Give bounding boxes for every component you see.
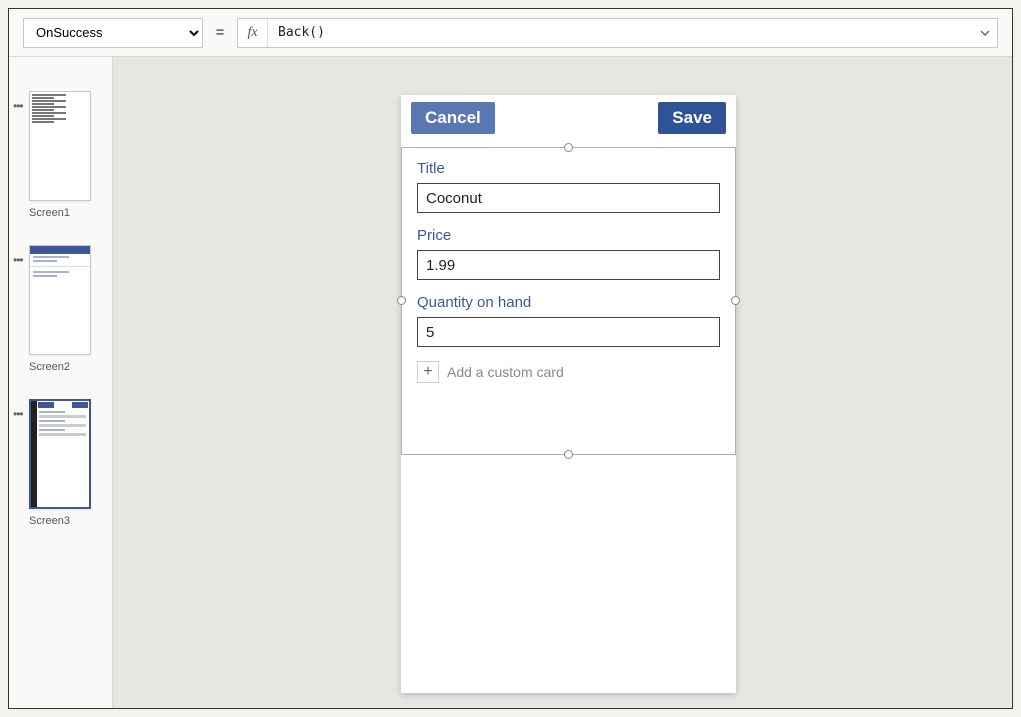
field-label: Title — [417, 160, 720, 177]
screen-thumbnail[interactable]: ••• Screen1 — [9, 91, 112, 219]
expand-formula-icon[interactable] — [973, 28, 997, 38]
fx-icon: fx — [238, 19, 268, 47]
edit-form-control[interactable]: Title Price Quantity on hand + Add a cus… — [401, 147, 736, 455]
resize-handle-top[interactable] — [564, 143, 573, 152]
formula-input[interactable] — [268, 19, 973, 47]
formula-bar: OnSuccess = fx — [9, 9, 1012, 57]
app-editor-window: OnSuccess = fx ••• Screen1 ••• Screen2 — [8, 8, 1013, 709]
title-input[interactable] — [417, 183, 720, 213]
property-selector[interactable]: OnSuccess — [23, 18, 203, 48]
screen-label: Screen1 — [29, 207, 112, 219]
screen-thumbnail[interactable]: ••• Screen2 — [9, 245, 112, 373]
screen-label: Screen2 — [29, 361, 112, 373]
field-label: Price — [417, 227, 720, 244]
card-quantity[interactable]: Quantity on hand — [417, 294, 720, 347]
canvas-area[interactable]: Cancel Save Title Price — [113, 57, 1012, 708]
more-icon[interactable]: ••• — [13, 407, 23, 421]
save-button[interactable]: Save — [658, 102, 726, 134]
resize-handle-left[interactable] — [397, 296, 406, 305]
screen-thumbnail[interactable]: ••• Screen3 — [9, 399, 112, 527]
phone-frame: Cancel Save Title Price — [401, 95, 736, 693]
more-icon[interactable]: ••• — [13, 253, 23, 267]
quantity-input[interactable] — [417, 317, 720, 347]
card-title[interactable]: Title — [417, 160, 720, 213]
formula-box: fx — [237, 18, 998, 48]
resize-handle-right[interactable] — [731, 296, 740, 305]
add-custom-card[interactable]: + Add a custom card — [417, 361, 720, 383]
field-label: Quantity on hand — [417, 294, 720, 311]
thumbnail-screen2[interactable] — [29, 245, 91, 355]
equals-label: = — [213, 24, 227, 41]
add-card-label: Add a custom card — [447, 364, 564, 380]
thumbnail-screen1[interactable] — [29, 91, 91, 201]
cancel-button[interactable]: Cancel — [411, 102, 495, 134]
price-input[interactable] — [417, 250, 720, 280]
thumbnail-screen3[interactable] — [29, 399, 91, 509]
screen-label: Screen3 — [29, 515, 112, 527]
app-header: Cancel Save — [401, 95, 736, 141]
screens-panel: ••• Screen1 ••• Screen2 ••• Screen3 — [9, 57, 113, 708]
plus-icon: + — [417, 361, 439, 383]
resize-handle-bottom[interactable] — [564, 450, 573, 459]
more-icon[interactable]: ••• — [13, 99, 23, 113]
form-body: Title Price Quantity on hand + Add a cus… — [402, 148, 735, 395]
card-price[interactable]: Price — [417, 227, 720, 280]
